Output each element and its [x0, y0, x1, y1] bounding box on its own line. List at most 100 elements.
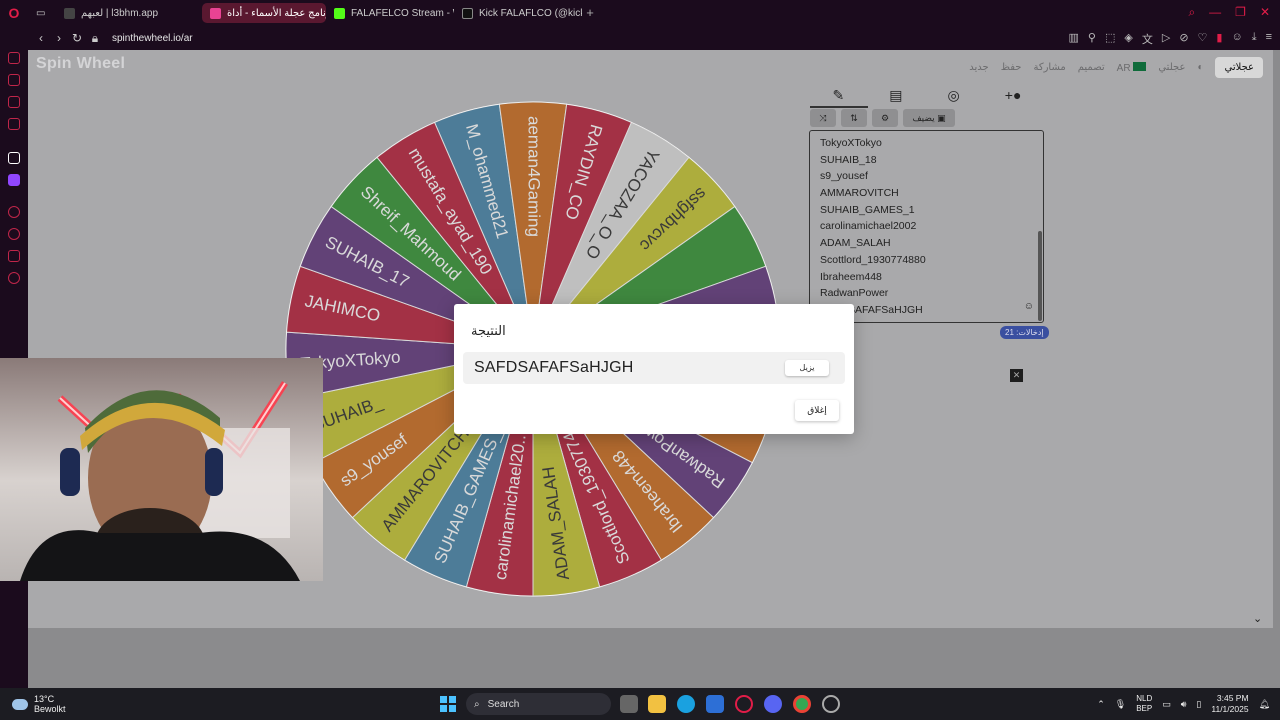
page-scrollbar[interactable] [1273, 50, 1280, 688]
window-controls: ⌕ — ❐ ✕ [1188, 5, 1270, 20]
menu-language[interactable]: AR [1116, 61, 1147, 74]
adblock-icon[interactable]: ⊘ [1179, 31, 1188, 47]
download-icon[interactable]: ⤓ [1252, 31, 1257, 47]
add-color-tab-icon[interactable]: +● [1005, 87, 1022, 103]
shuffle-button[interactable]: ⤨ [810, 109, 836, 127]
entries-textarea[interactable]: TokyoXTokyo SUHAIB_18 s9_yousef AMMAROVI… [809, 130, 1044, 323]
active-tab-indicator [810, 106, 868, 108]
sidebar-toggle-icon[interactable]: ▥ [1069, 31, 1079, 47]
tab-l3bhm[interactable]: لعبهم | l3bhm.app [56, 3, 176, 23]
menu-icon[interactable]: ≡ [1266, 31, 1272, 47]
menu-save[interactable]: حفظ [1001, 62, 1022, 73]
sidebar-app-icon[interactable] [8, 52, 20, 64]
system-tray: ⌃ 🎙︎ NLD BEP ▭ 🔊︎ ▯ 3:45 PM 11/1/2025 🔔︎ [1097, 693, 1270, 715]
sort-button[interactable]: ⇅ [841, 109, 867, 127]
notifications-icon[interactable]: 🔔︎ [1259, 699, 1270, 710]
menu-my-wheel[interactable]: عجلتي [1158, 62, 1185, 73]
list-item: carolinamichael2002 [820, 220, 917, 233]
chrome-icon[interactable] [793, 695, 811, 713]
tray-expand-icon[interactable]: ⌃ [1097, 699, 1105, 710]
sidebar-twitch-icon[interactable] [8, 174, 20, 186]
menu-new[interactable]: جديد [969, 62, 988, 73]
file-explorer-icon[interactable] [648, 695, 666, 713]
clock[interactable]: 3:45 PM 11/1/2025 [1211, 693, 1248, 715]
close-button[interactable]: إغلاق [795, 400, 839, 421]
url-field[interactable]: spinthewheel.io/ar [112, 33, 193, 44]
heart-icon[interactable]: ♡ [1198, 31, 1208, 47]
edge-icon[interactable] [677, 695, 695, 713]
sidebar-app-icon[interactable] [8, 206, 20, 218]
battery-icon[interactable]: ▯ [1196, 699, 1201, 710]
microphone-icon[interactable]: 🎙︎ [1115, 699, 1126, 710]
snapshot-icon[interactable]: ⬚ [1105, 31, 1115, 47]
menu-design[interactable]: تصميم [1078, 62, 1105, 73]
search-icon: ⌕ [474, 698, 480, 710]
task-view-icon[interactable] [620, 695, 638, 713]
tab-favicon-icon [64, 7, 75, 19]
wallet-icon[interactable]: ▮ [1216, 31, 1222, 47]
entries-scrollbar[interactable] [1038, 231, 1042, 321]
translate-icon[interactable]: 文 [1142, 31, 1153, 47]
my-wheels-button[interactable]: عجلاتي [1215, 57, 1263, 78]
new-tab-icon[interactable]: + [582, 5, 598, 21]
scroll-down-icon[interactable]: ⌄ [1253, 612, 1262, 625]
page-footer-area [28, 628, 1273, 688]
emoji-icon[interactable]: ☺ [1024, 301, 1034, 312]
input-language[interactable]: NLD BEP [1136, 694, 1152, 714]
sidebar-aria-icon[interactable] [8, 152, 20, 164]
back-icon[interactable]: ‹ [32, 31, 50, 45]
maximize-icon[interactable]: ❐ [1235, 5, 1246, 20]
tab-falafelco-stream[interactable]: FALAFELCO Stream - Wat [326, 3, 454, 23]
minimize-icon[interactable]: — [1209, 5, 1221, 20]
add-image-label: يضيف [912, 112, 935, 123]
theme-toggle-icon[interactable]: ◐ [1197, 62, 1203, 73]
discord-icon[interactable] [764, 695, 782, 713]
hide-tab-icon[interactable]: ◎ [948, 87, 960, 104]
edit-entries-tab-icon[interactable]: ✎ [833, 87, 845, 104]
sidebar-gx-icon[interactable] [8, 650, 20, 662]
workspaces-icon[interactable]: ▭ [28, 3, 56, 23]
sidebar-app-icon[interactable] [8, 118, 20, 130]
panel-tabs: ✎ ▤ ◎ +● [810, 84, 1044, 108]
close-panel-icon[interactable]: ✕ [1010, 369, 1023, 382]
tab-spinthewheel[interactable]: برنامج عجلة الأسماء - أداة ... [202, 3, 326, 23]
tab-kick-falaflco[interactable]: Kick FALAFLCO (@kick_fa [454, 3, 582, 23]
sidebar-app-icon[interactable] [8, 74, 20, 86]
opera-logo-icon[interactable]: O [0, 0, 28, 26]
pin-icon[interactable]: ⚲ [1088, 31, 1096, 47]
results-tab-icon[interactable]: ▤ [889, 87, 902, 104]
search-tabs-icon[interactable]: ⌕ [1188, 5, 1195, 20]
menu-share[interactable]: مشاركة [1033, 62, 1065, 73]
list-item: AMMAROVITCH [820, 187, 899, 200]
settings-button[interactable]: ⚙ [872, 109, 898, 127]
close-window-icon[interactable]: ✕ [1260, 5, 1270, 20]
webcam-streamer-image [20, 381, 300, 581]
search-placeholder: Search [487, 698, 520, 710]
volume-icon[interactable]: 🔊︎ [1181, 699, 1187, 710]
store-icon[interactable] [706, 695, 724, 713]
vpn-icon[interactable]: ◈ [1124, 31, 1132, 47]
sidebar-app-icon[interactable] [8, 96, 20, 108]
forward-icon[interactable]: › [50, 31, 68, 45]
reload-icon[interactable]: ↻ [68, 31, 86, 45]
site-logo[interactable]: Spin Wheel [36, 55, 125, 73]
sidebar-app-icon[interactable] [8, 250, 20, 262]
taskbar-search[interactable]: ⌕ Search [466, 693, 611, 715]
language-code: NLD [1136, 694, 1153, 703]
sidebar-settings-icon[interactable] [8, 272, 20, 284]
account-icon[interactable]: ☺ [1231, 31, 1242, 47]
add-image-button[interactable]: يضيف ▣ [903, 109, 955, 127]
remove-button[interactable]: يزيل [785, 360, 829, 376]
opera-gx-icon[interactable] [735, 695, 753, 713]
language-code: AR [1116, 62, 1131, 74]
start-button-icon[interactable] [440, 696, 456, 712]
network-icon[interactable]: ▭ [1162, 699, 1171, 710]
list-item: ADAM_SALAH [820, 237, 891, 250]
player-icon[interactable]: ▷ [1162, 31, 1170, 47]
app-icon[interactable] [822, 695, 840, 713]
weather-widget[interactable]: 13°C Bewolkt [12, 694, 66, 714]
webcam-overlay [0, 358, 323, 581]
list-item: Ibraheem448 [820, 270, 882, 283]
entries-toolbar: ⤨ ⇅ ⚙ يضيف ▣ [810, 109, 955, 127]
sidebar-history-icon[interactable] [8, 228, 20, 240]
